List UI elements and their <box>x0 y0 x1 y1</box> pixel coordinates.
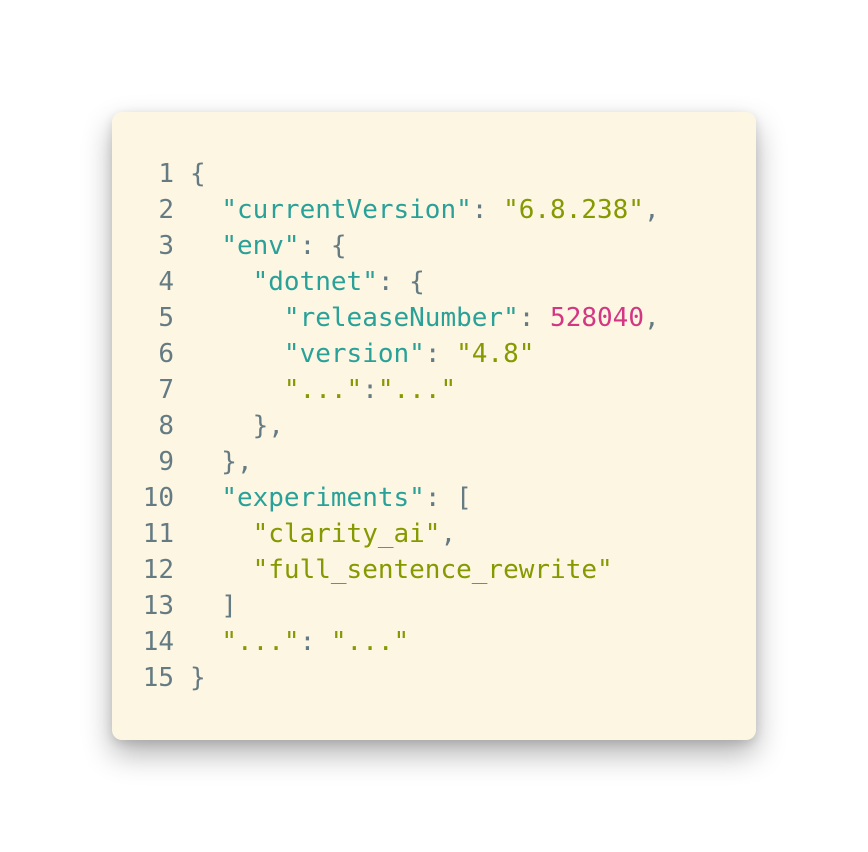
json-punctuation: : <box>299 627 331 657</box>
json-punctuation: , <box>440 519 457 549</box>
json-key: "releaseNumber" <box>283 303 519 333</box>
code-line: 10 "experiments": [ <box>0 480 660 516</box>
json-string: "..." <box>283 375 363 405</box>
line-number: 1 <box>158 159 174 189</box>
json-punctuation: : { <box>377 267 425 297</box>
code-line: 14 "...": "..." <box>0 624 660 660</box>
code-text: "...":"..." <box>190 372 456 408</box>
json-string: "full_sentence_rewrite" <box>252 555 613 585</box>
code-text: "clarity_ai", <box>190 516 457 552</box>
code-line: 11 "clarity_ai", <box>0 516 660 552</box>
json-punctuation <box>190 627 221 657</box>
code-line: 4 "dotnet": { <box>0 264 660 300</box>
code-line: 5 "releaseNumber": 528040, <box>0 300 660 336</box>
line-number: 14 <box>142 627 174 657</box>
json-punctuation: , <box>643 303 660 333</box>
code-text: "dotnet": { <box>190 264 425 300</box>
json-string: "..." <box>221 627 300 657</box>
line-number: 7 <box>158 375 174 405</box>
json-key: "experiments" <box>221 483 425 513</box>
code-text: ] <box>190 588 237 624</box>
code-line: 7 "...":"..." <box>0 372 660 408</box>
json-punctuation: : <box>471 195 504 225</box>
line-number: 11 <box>142 519 174 549</box>
code-text: "full_sentence_rewrite" <box>190 552 613 588</box>
json-string: "4.8" <box>456 339 535 369</box>
code-line: 9 }, <box>0 444 660 480</box>
code-line: 6 "version": "4.8" <box>0 336 660 372</box>
json-string: "..." <box>377 375 457 405</box>
line-number: 2 <box>158 195 174 225</box>
code-text: { <box>190 156 206 192</box>
code-text: "currentVersion": "6.8.238", <box>190 192 660 228</box>
code-text: "version": "4.8" <box>190 336 534 372</box>
json-punctuation <box>190 303 284 333</box>
code-text: "releaseNumber": 528040, <box>190 300 660 336</box>
json-code-block: 1{2 "currentVersion": "6.8.238", 3 "env":… <box>0 156 660 696</box>
line-number: 4 <box>158 267 174 297</box>
json-punctuation <box>190 231 221 261</box>
line-number: 12 <box>142 555 174 585</box>
line-number: 8 <box>158 411 174 441</box>
json-punctuation: : <box>362 375 378 405</box>
json-key: "dotnet" <box>252 267 378 297</box>
json-number: 528040 <box>550 303 644 333</box>
json-key: "version" <box>283 339 425 369</box>
json-punctuation <box>190 375 284 405</box>
json-string: "6.8.238" <box>503 195 644 225</box>
code-line: 2 "currentVersion": "6.8.238", <box>0 192 660 228</box>
code-text: "env": { <box>190 228 347 264</box>
line-number: 13 <box>142 591 174 621</box>
json-punctuation <box>190 267 253 297</box>
json-punctuation <box>190 483 221 513</box>
json-punctuation: { <box>190 159 206 189</box>
line-number: 15 <box>142 663 174 693</box>
json-punctuation: }, <box>190 447 253 477</box>
json-punctuation: : <box>518 303 551 333</box>
code-line: 1{ <box>0 156 660 192</box>
line-number: 9 <box>158 447 174 477</box>
code-text: } <box>190 660 206 696</box>
json-punctuation: ] <box>190 591 237 621</box>
code-text: }, <box>190 444 253 480</box>
json-punctuation <box>190 555 253 585</box>
line-number: 3 <box>158 231 174 261</box>
json-punctuation <box>190 339 284 369</box>
json-key: "currentVersion" <box>221 195 472 225</box>
json-punctuation: }, <box>190 411 284 441</box>
json-key: "env" <box>221 231 300 261</box>
json-punctuation: } <box>190 663 206 693</box>
json-string: "clarity_ai" <box>252 519 441 549</box>
json-string: "..." <box>330 627 410 657</box>
code-line: 13 ] <box>0 588 660 624</box>
code-text: "...": "..." <box>190 624 409 660</box>
json-punctuation: : { <box>299 231 347 261</box>
json-punctuation <box>190 195 221 225</box>
code-text: "experiments": [ <box>190 480 472 516</box>
code-line: 15} <box>0 660 660 696</box>
line-number: 10 <box>142 483 174 513</box>
json-punctuation <box>190 519 253 549</box>
json-punctuation: , <box>643 195 660 225</box>
line-number: 5 <box>158 303 174 333</box>
line-number: 6 <box>158 339 174 369</box>
code-line: 3 "env": { <box>0 228 660 264</box>
code-text: }, <box>190 408 284 444</box>
code-line: 12 "full_sentence_rewrite" <box>0 552 660 588</box>
json-punctuation: : <box>424 339 457 369</box>
code-line: 8 }, <box>0 408 660 444</box>
json-punctuation: : [ <box>424 483 472 513</box>
